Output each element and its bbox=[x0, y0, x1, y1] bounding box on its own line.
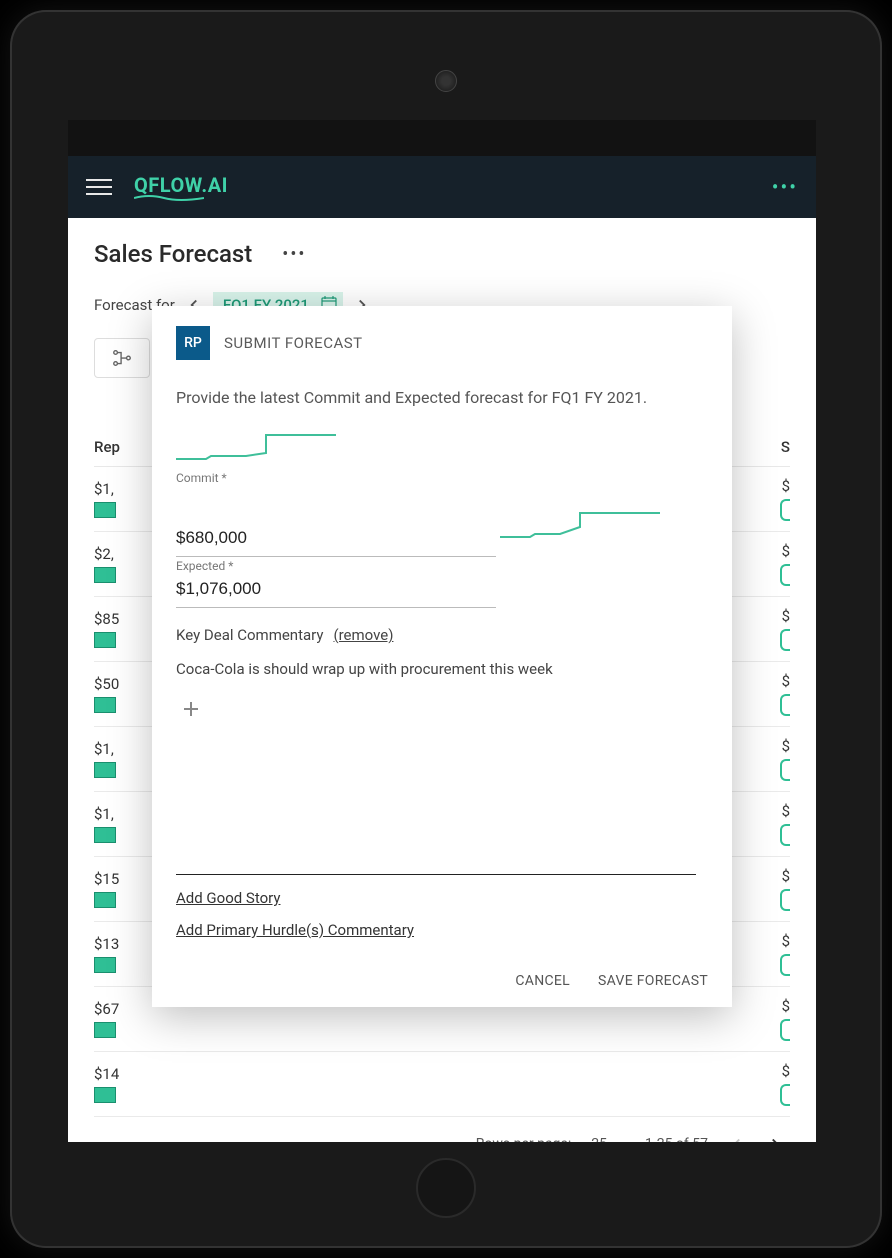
save-forecast-button[interactable]: SAVE FORECAST bbox=[598, 973, 708, 989]
key-deal-commentary-label: Key Deal Commentary bbox=[176, 626, 323, 644]
tablet-frame: QFLOW.AI ••• Sales Forecast ••• Forecast… bbox=[10, 10, 882, 1248]
modal-title: SUBMIT FORECAST bbox=[224, 334, 363, 352]
add-good-story-link[interactable]: Add Good Story bbox=[176, 889, 280, 907]
row-chip bbox=[94, 827, 116, 843]
rows-per-page-value: 25 bbox=[591, 1136, 607, 1142]
page-title: Sales Forecast bbox=[94, 240, 252, 268]
app-bar: QFLOW.AI ••• bbox=[68, 156, 816, 218]
modal-description: Provide the latest Commit and Expected f… bbox=[176, 388, 708, 407]
app-logo: QFLOW.AI bbox=[134, 173, 228, 202]
expected-input[interactable] bbox=[176, 573, 496, 608]
appbar-more-button[interactable]: ••• bbox=[772, 175, 798, 199]
page-prev-button[interactable] bbox=[728, 1135, 746, 1142]
commentary-text: Coca-Cola is should wrap up with procure… bbox=[176, 660, 708, 678]
row-bracket-icon bbox=[780, 759, 790, 781]
row-amount: $1, bbox=[94, 805, 116, 823]
cancel-button[interactable]: CANCEL bbox=[515, 973, 570, 989]
row-bracket-icon bbox=[780, 694, 790, 716]
row-chip bbox=[94, 697, 116, 713]
submit-forecast-modal: RP SUBMIT FORECAST Provide the latest Co… bbox=[152, 306, 732, 1007]
app-logo-text: QFLOW.AI bbox=[134, 173, 228, 197]
expected-label: Expected * bbox=[176, 559, 708, 573]
rows-per-page-label: Rows per page: bbox=[476, 1136, 571, 1142]
divider bbox=[176, 874, 696, 875]
commit-input[interactable] bbox=[176, 522, 496, 557]
row-bracket-icon bbox=[780, 629, 790, 651]
row-right-text: $ bbox=[782, 867, 790, 885]
screen: QFLOW.AI ••• Sales Forecast ••• Forecast… bbox=[68, 120, 816, 1142]
rows-per-page-select[interactable]: 25 bbox=[591, 1136, 625, 1142]
add-hurdle-link[interactable]: Add Primary Hurdle(s) Commentary bbox=[176, 921, 414, 939]
page-content: Sales Forecast ••• Forecast for FQ1 FY 2… bbox=[68, 218, 816, 1142]
home-button[interactable] bbox=[416, 1158, 476, 1218]
row-amount: $14 bbox=[94, 1065, 119, 1083]
row-amount: $1, bbox=[94, 480, 116, 498]
pagination-range: 1-25 of 57 bbox=[645, 1136, 708, 1142]
row-chip bbox=[94, 1022, 116, 1038]
toolbar-button[interactable] bbox=[94, 338, 150, 378]
device-statusbar bbox=[68, 120, 816, 156]
row-bracket-icon bbox=[780, 889, 790, 911]
row-amount: $67 bbox=[94, 1000, 119, 1018]
row-chip bbox=[94, 567, 116, 583]
avatar: RP bbox=[176, 326, 210, 360]
row-chip bbox=[94, 957, 116, 973]
remove-commentary-link[interactable]: (remove) bbox=[333, 626, 393, 644]
row-bracket-icon bbox=[780, 564, 790, 586]
add-commentary-button[interactable] bbox=[176, 694, 206, 724]
row-bracket-icon bbox=[780, 954, 790, 976]
row-bracket-icon bbox=[780, 499, 790, 521]
row-amount: $1, bbox=[94, 740, 116, 758]
caret-down-icon bbox=[613, 1138, 625, 1142]
row-amount: $50 bbox=[94, 675, 119, 693]
row-bracket-icon bbox=[780, 1084, 790, 1106]
row-amount: $2, bbox=[94, 545, 116, 563]
row-right-text: $ bbox=[782, 932, 790, 950]
row-amount: $15 bbox=[94, 870, 119, 888]
commit-sparkline bbox=[176, 425, 336, 465]
row-chip bbox=[94, 1087, 116, 1103]
device-camera bbox=[435, 70, 457, 92]
row-right-text: $ bbox=[782, 542, 790, 560]
page-more-button[interactable]: ••• bbox=[282, 244, 306, 265]
row-amount: $85 bbox=[94, 610, 119, 628]
row-chip bbox=[94, 762, 116, 778]
hierarchy-icon bbox=[111, 347, 133, 369]
row-right-text: $ bbox=[782, 477, 790, 495]
table-row[interactable]: $14 $ bbox=[94, 1052, 790, 1117]
row-bracket-icon bbox=[780, 1019, 790, 1041]
table-header-right: S bbox=[781, 438, 790, 456]
row-chip bbox=[94, 502, 116, 518]
row-right-text: $ bbox=[782, 997, 790, 1015]
row-right-text: $ bbox=[782, 607, 790, 625]
row-right-text: $ bbox=[782, 672, 790, 690]
row-right-text: $ bbox=[782, 1062, 790, 1080]
row-chip bbox=[94, 632, 116, 648]
table-header-left: Rep bbox=[94, 438, 120, 456]
row-right-text: $ bbox=[782, 802, 790, 820]
row-bracket-icon bbox=[780, 824, 790, 846]
commit-label: Commit * bbox=[176, 471, 708, 485]
row-amount: $13 bbox=[94, 935, 119, 953]
expected-sparkline bbox=[500, 503, 660, 543]
row-right-text: $ bbox=[782, 737, 790, 755]
row-chip bbox=[94, 892, 116, 908]
menu-icon[interactable] bbox=[86, 179, 112, 195]
page-next-button[interactable] bbox=[766, 1135, 784, 1142]
plus-icon bbox=[182, 700, 200, 718]
